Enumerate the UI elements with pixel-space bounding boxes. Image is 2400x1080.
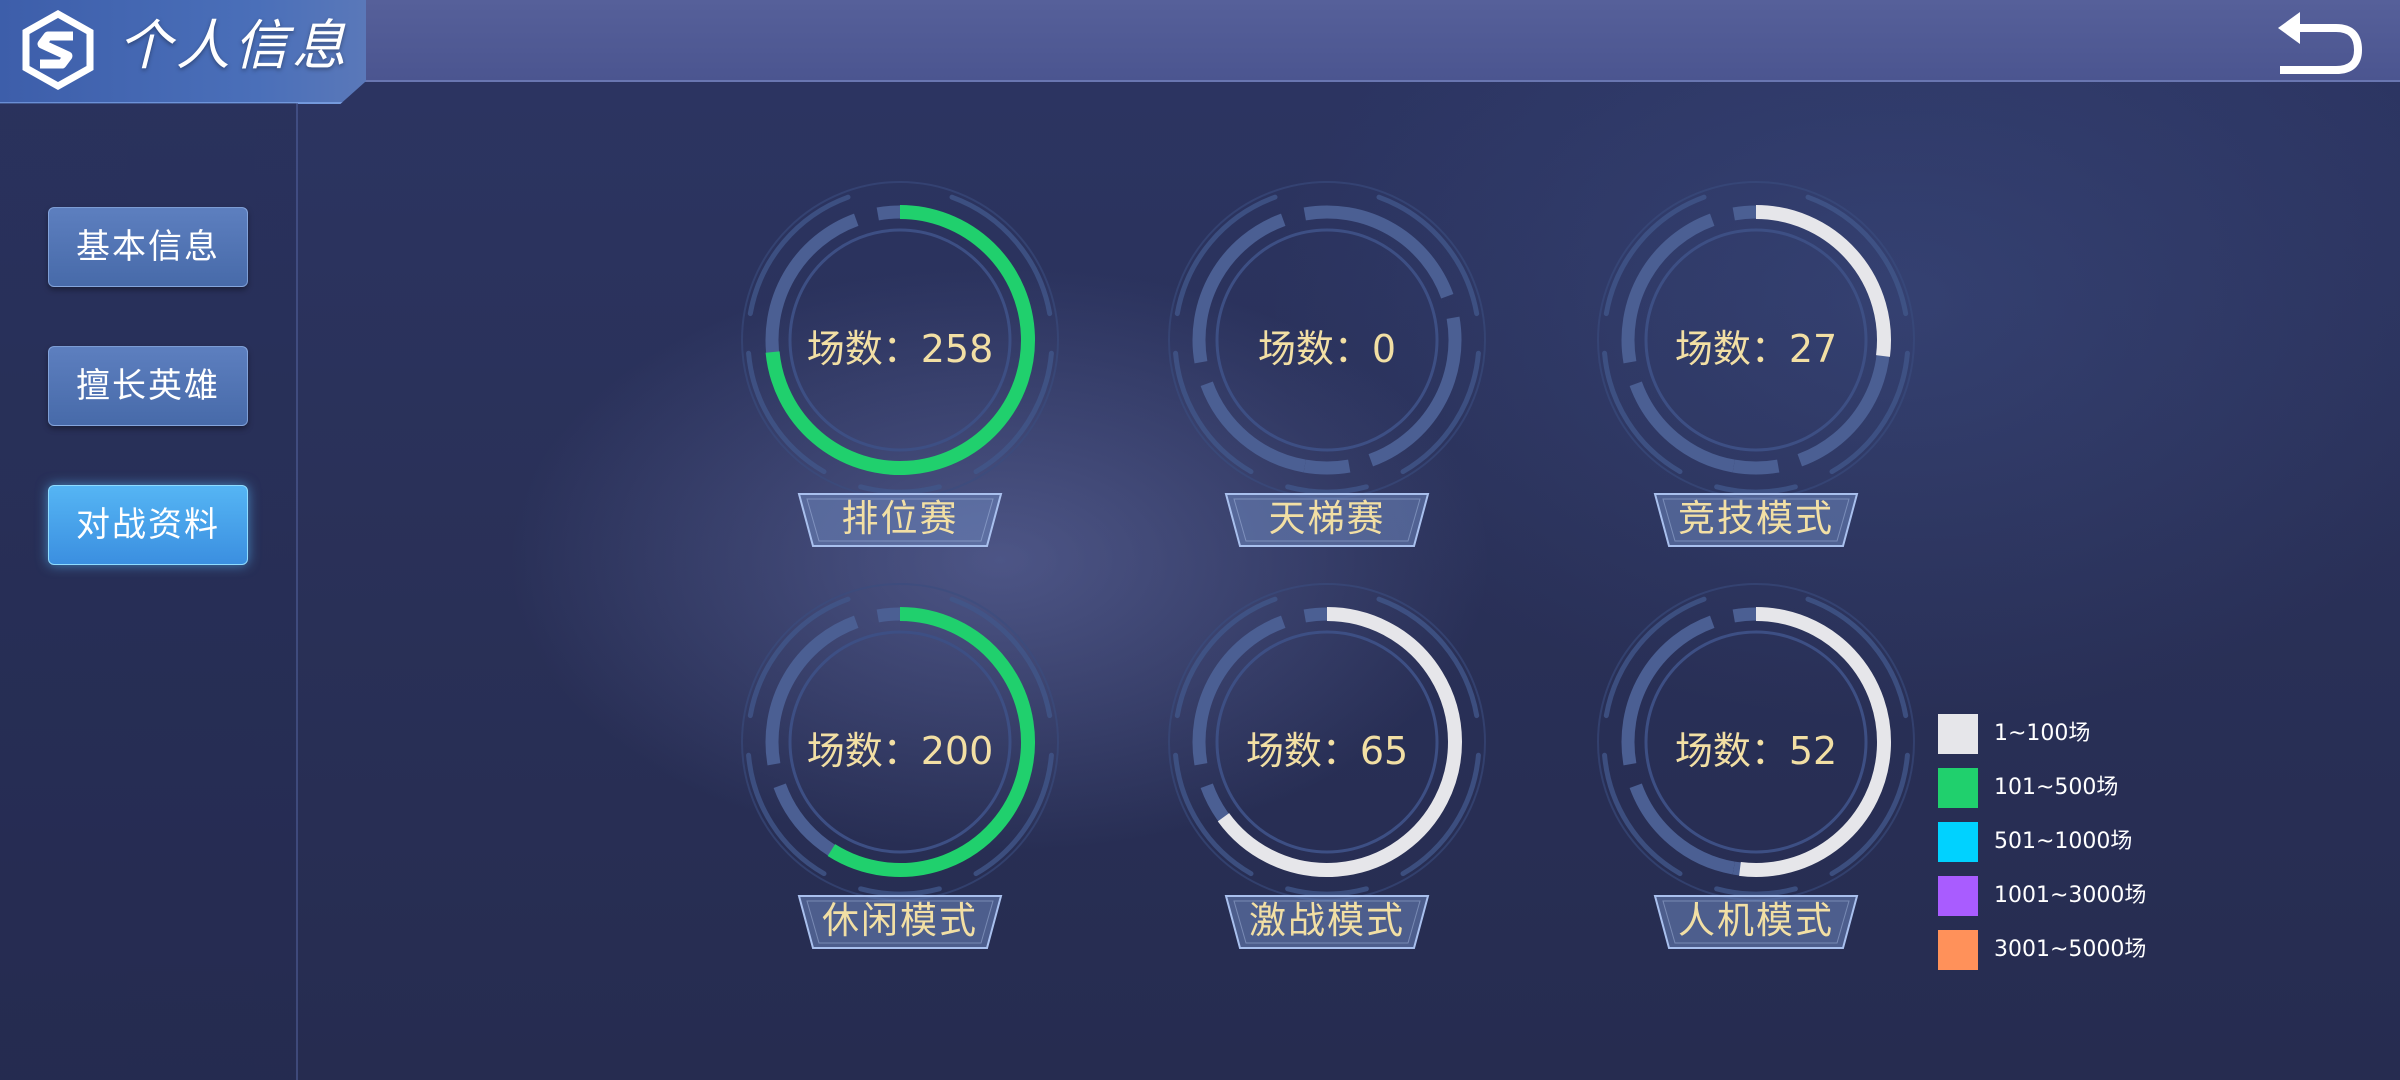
stat-card: 场数：52 人机模式 [1596, 582, 1916, 982]
page-title: 个人信息 [118, 14, 350, 77]
legend-label: 501~1000场 [1994, 829, 2133, 854]
mode-label: 人机模式 [1653, 892, 1859, 952]
mode-label: 排位赛 [797, 490, 1003, 550]
match-count: 场数：27 [1674, 327, 1838, 371]
stat-card: 场数：200 休闲模式 [740, 582, 1060, 982]
stat-card: 场数：65 激战模式 [1167, 582, 1487, 982]
legend-item: 1~100场 [1938, 714, 2198, 754]
legend-label: 3001~5000场 [1994, 937, 2147, 962]
match-count: 场数：258 [806, 327, 994, 371]
legend: 1~100场 101~500场 501~1000场 1001~3000场 300… [1938, 714, 2198, 974]
stat-card: 场数：27 竞技模式 [1596, 180, 1916, 580]
legend-swatch [1938, 822, 1978, 862]
legend-label: 1~100场 [1994, 721, 2091, 746]
mode-label: 天梯赛 [1224, 490, 1430, 550]
match-count: 场数：200 [806, 729, 994, 773]
legend-item: 1001~3000场 [1938, 876, 2198, 916]
legend-swatch [1938, 930, 1978, 970]
legend-item: 101~500场 [1938, 768, 2198, 808]
mode-label: 休闲模式 [797, 892, 1003, 952]
sidebar-item-basic-info[interactable]: 基本信息 [48, 207, 248, 287]
ring-track-segment [1732, 459, 1780, 475]
legend-swatch [1938, 768, 1978, 808]
mode-label: 激战模式 [1224, 892, 1430, 952]
stat-card: 场数：258 排位赛 [740, 180, 1060, 580]
mode-name: 排位赛 [841, 497, 959, 540]
match-count: 场数：0 [1257, 327, 1397, 371]
back-button[interactable] [2274, 8, 2364, 78]
mode-name: 激战模式 [1249, 899, 1405, 942]
legend-item: 3001~5000场 [1938, 930, 2198, 970]
mode-label: 竞技模式 [1653, 490, 1859, 550]
mode-name: 人机模式 [1678, 899, 1834, 942]
legend-swatch [1938, 714, 1978, 754]
mode-name: 竞技模式 [1678, 497, 1834, 540]
legend-item: 501~1000场 [1938, 822, 2198, 862]
ring-track-segment [1303, 459, 1351, 475]
legend-label: 1001~3000场 [1994, 883, 2147, 908]
back-arrow-icon [2278, 12, 2362, 74]
match-count: 场数：52 [1674, 729, 1838, 773]
legend-label: 101~500场 [1994, 775, 2119, 800]
title-plate: 个人信息 [0, 0, 366, 104]
match-count: 场数：65 [1245, 729, 1409, 773]
mode-name: 休闲模式 [822, 899, 978, 942]
stat-card: 场数：0 天梯赛 [1167, 180, 1487, 580]
sidebar-item-favorite-heroes[interactable]: 擅长英雄 [48, 346, 248, 426]
legend-swatch [1938, 876, 1978, 916]
s-logo-icon [22, 10, 94, 90]
mode-name: 天梯赛 [1268, 497, 1386, 540]
sidebar-item-battle-stats[interactable]: 对战资料 [48, 485, 248, 565]
